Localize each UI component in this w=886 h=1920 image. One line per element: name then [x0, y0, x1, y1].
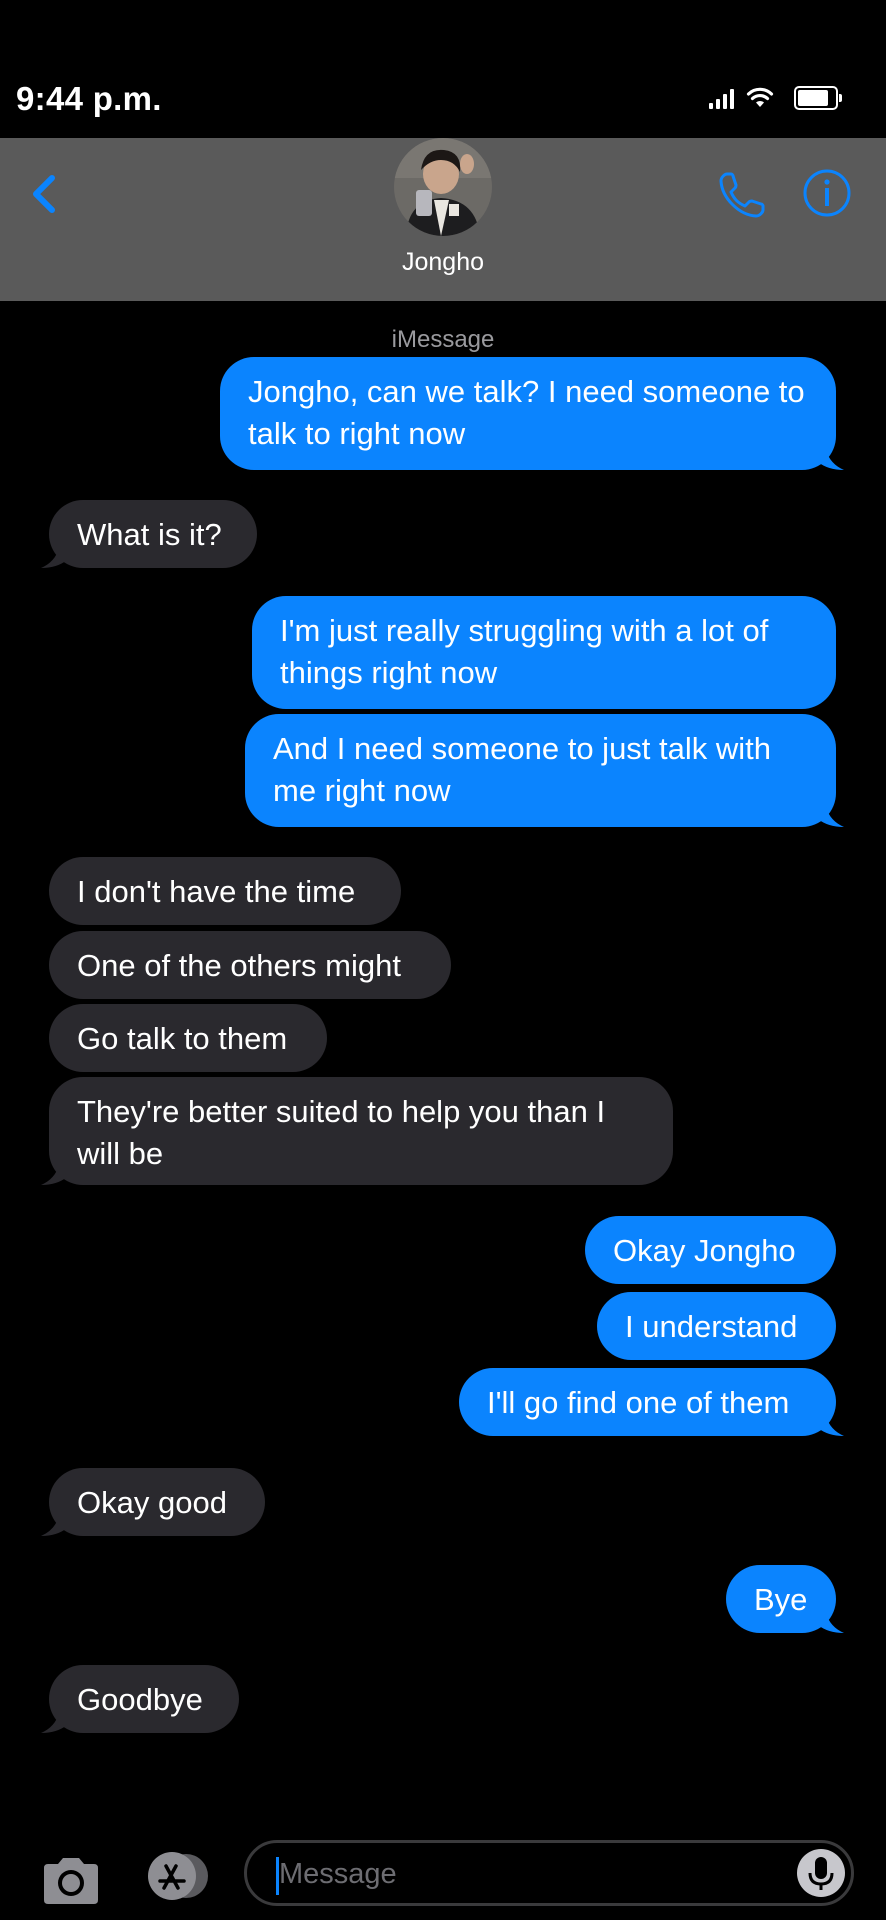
message-text: I'll go find one of them	[487, 1385, 790, 1420]
message-text: I understand	[625, 1309, 798, 1344]
message-text: One of the others might	[77, 948, 401, 983]
message-bubble-incoming[interactable]: They're better suited to help you than I…	[49, 1077, 673, 1185]
message-bubble-outgoing[interactable]: I understand	[597, 1292, 836, 1360]
message-text: I don't have the time	[77, 874, 356, 909]
microphone-icon	[808, 1857, 834, 1890]
bubble-tail	[41, 1165, 67, 1185]
message-text: Goodbye	[77, 1682, 203, 1717]
message-text: Bye	[754, 1582, 808, 1617]
message-text: Okay good	[77, 1485, 227, 1520]
message-text: I'm just really struggling with a lot of…	[280, 613, 769, 690]
bubble-tail	[818, 1416, 844, 1436]
message-bubble-incoming[interactable]: What is it?	[49, 500, 257, 568]
contact-avatar[interactable]	[394, 138, 492, 236]
info-icon	[803, 169, 851, 217]
message-bubble-incoming[interactable]: Go talk to them	[49, 1004, 327, 1072]
message-bubble-incoming[interactable]: I don't have the time	[49, 857, 401, 925]
wifi-icon	[746, 87, 774, 107]
status-icons	[709, 86, 842, 110]
call-button[interactable]	[715, 168, 769, 222]
message-bubble-incoming[interactable]: One of the others might	[49, 931, 451, 999]
bubble-tail	[41, 1713, 67, 1733]
service-label: iMessage	[391, 326, 495, 353]
message-bubble-outgoing[interactable]: Okay Jongho	[585, 1216, 836, 1284]
status-time: 9:44 p.m.	[16, 80, 162, 117]
conversation-header: Jongho	[0, 138, 886, 301]
camera-button[interactable]	[40, 1854, 102, 1906]
message-bubble-incoming[interactable]: Goodbye	[49, 1665, 239, 1733]
message-text: And I need someone to just talk with me …	[273, 731, 772, 808]
apps-button[interactable]	[140, 1850, 214, 1902]
message-text: Go talk to them	[77, 1021, 288, 1056]
chevron-left-icon	[33, 175, 55, 213]
details-button[interactable]	[802, 168, 852, 218]
battery-icon	[794, 86, 842, 110]
contact-name[interactable]: Jongho	[0, 248, 886, 277]
message-bubble-outgoing[interactable]: I'll go find one of them	[459, 1368, 836, 1436]
avatar-photo	[394, 138, 492, 236]
message-text: Okay Jongho	[613, 1233, 796, 1268]
message-bubble-outgoing[interactable]: I'm just really struggling with a lot of…	[252, 596, 836, 709]
message-bubble-outgoing[interactable]: Jongho, can we talk? I need someone to t…	[220, 357, 836, 470]
bubble-tail	[818, 807, 844, 827]
bubble-tail	[41, 1516, 67, 1536]
phone-icon	[719, 172, 765, 218]
bubble-tail	[818, 450, 844, 470]
compose-bar	[0, 1826, 886, 1920]
camera-icon	[44, 1858, 98, 1904]
message-text: Jongho, can we talk? I need someone to t…	[248, 374, 805, 451]
message-field[interactable]	[244, 1840, 854, 1906]
cellular-signal-icon	[709, 87, 734, 109]
message-bubble-incoming[interactable]: Okay good	[49, 1468, 265, 1536]
dictation-button[interactable]	[797, 1849, 845, 1897]
status-bar: 9:44 p.m.	[0, 0, 886, 138]
app-store-icon	[148, 1852, 208, 1900]
message-bubble-outgoing[interactable]: And I need someone to just talk with me …	[245, 714, 836, 827]
message-input[interactable]	[277, 1843, 781, 1905]
message-text: They're better suited to help you than I…	[77, 1094, 606, 1171]
back-button[interactable]	[22, 166, 78, 222]
message-text: What is it?	[77, 517, 222, 552]
bubble-tail	[818, 1613, 844, 1633]
bubble-tail	[41, 548, 67, 568]
